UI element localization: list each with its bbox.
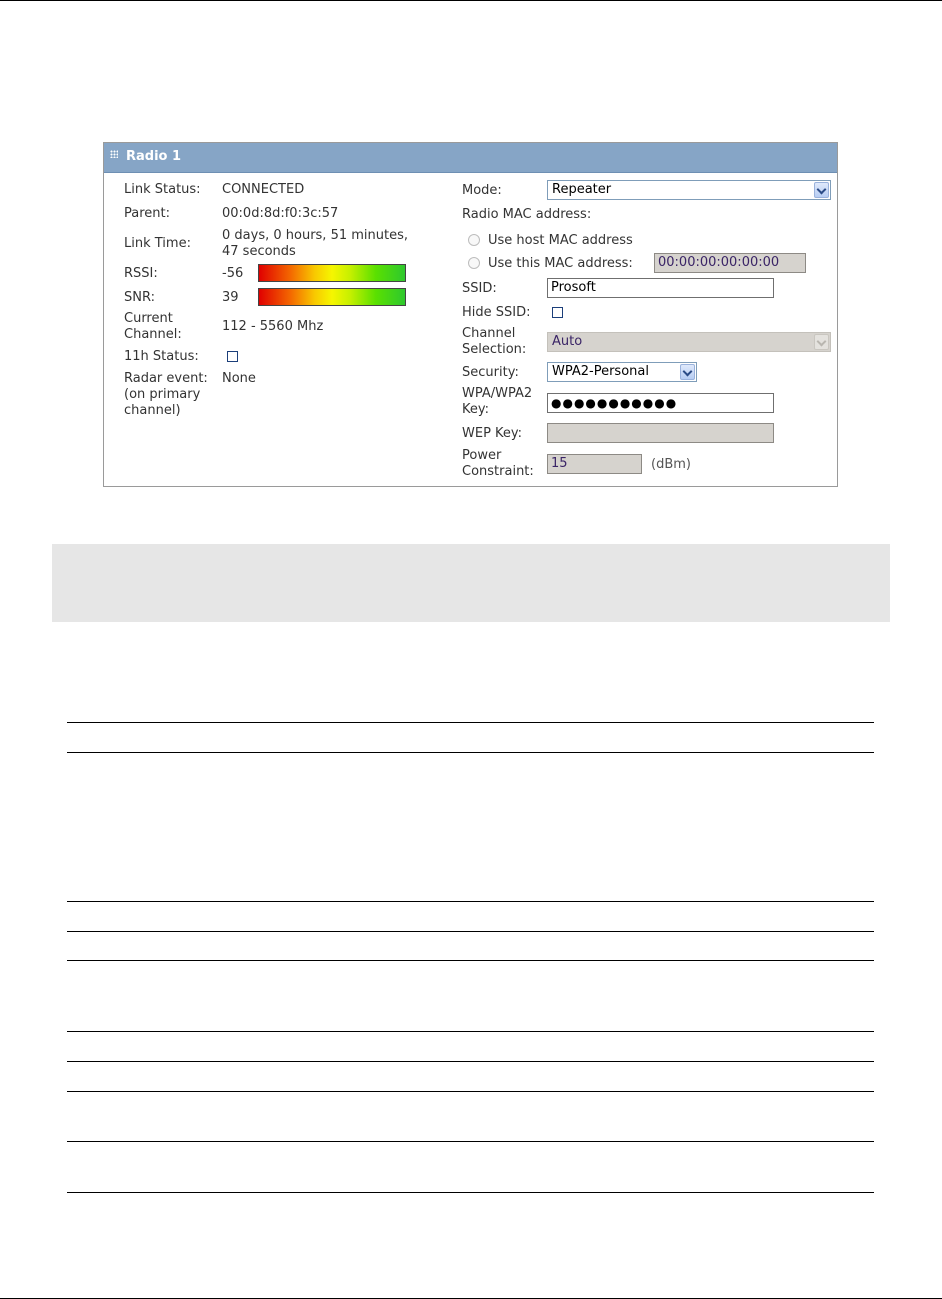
snr-meter	[258, 288, 406, 306]
use-this-mac-label: Use this MAC address:	[488, 256, 633, 271]
link-time-value-line1: 0 days, 0 hours, 51 minutes,	[222, 228, 408, 243]
radar-event-label-line1: Radar event:	[124, 371, 208, 386]
table-rule	[67, 960, 874, 961]
snr-meter-fill	[259, 289, 405, 305]
channel-selection-select[interactable]: Auto	[547, 332, 831, 352]
h11-status-checkbox[interactable]	[227, 351, 238, 362]
rssi-value: -56	[222, 266, 244, 281]
wep-key-label: WEP Key:	[462, 426, 523, 441]
rssi-label: RSSI:	[124, 266, 158, 281]
hide-ssid-label: Hide SSID:	[462, 305, 531, 320]
power-constraint-value: 15	[551, 456, 568, 471]
table-rule	[67, 1192, 874, 1193]
wpa-key-label-line1: WPA/WPA2	[462, 386, 533, 401]
power-constraint-label-line1: Power	[462, 448, 502, 463]
mode-select-value: Repeater	[552, 182, 612, 197]
radar-event-label-line3: channel)	[124, 403, 181, 418]
table-rule	[67, 901, 874, 902]
security-select[interactable]: WPA2-Personal	[547, 362, 697, 382]
link-status-value: CONNECTED	[222, 182, 305, 197]
panel-header: Radio 1	[104, 143, 837, 173]
link-time-value-line2: 47 seconds	[222, 244, 296, 259]
table-rule	[67, 931, 874, 932]
chevron-down-icon[interactable]	[814, 334, 829, 350]
mode-select[interactable]: Repeater	[547, 180, 831, 200]
gray-note-block	[52, 544, 890, 622]
wpa-key-value: ●●●●●●●●●●●	[551, 396, 678, 410]
radio-mac-label: Radio MAC address:	[462, 207, 592, 222]
use-this-mac-radio[interactable]	[468, 257, 480, 269]
radar-event-value: None	[222, 371, 256, 386]
wep-key-field[interactable]	[547, 423, 774, 443]
power-unit: (dBm)	[651, 457, 691, 472]
table-rule	[67, 752, 874, 753]
ssid-label: SSID:	[462, 281, 497, 296]
table-rule	[67, 1091, 874, 1092]
channel-selection-label-line2: Selection:	[462, 342, 527, 357]
parent-value: 00:0d:8d:f0:3c:57	[222, 206, 339, 221]
mac-address-value: 00:00:00:00:00:00	[658, 255, 780, 270]
grip-icon[interactable]	[110, 150, 118, 158]
mac-address-field[interactable]: 00:00:00:00:00:00	[654, 253, 806, 273]
table-rule	[67, 722, 874, 723]
ssid-value: Prosoft	[551, 280, 596, 295]
security-label: Security:	[462, 365, 519, 380]
channel-selection-label-line1: Channel	[462, 326, 516, 341]
chevron-down-icon[interactable]	[814, 182, 829, 198]
ssid-field[interactable]: Prosoft	[547, 278, 774, 298]
panel-title: Radio 1	[126, 149, 182, 164]
use-host-mac-label: Use host MAC address	[488, 233, 633, 248]
mode-label: Mode:	[462, 183, 502, 198]
h11-status-label: 11h Status:	[124, 349, 199, 364]
top-page-rule	[0, 0, 942, 1]
current-channel-label-line1: Current	[124, 311, 173, 326]
rssi-meter	[258, 264, 406, 282]
rssi-meter-fill	[259, 265, 405, 281]
chevron-down-icon[interactable]	[680, 364, 695, 380]
snr-label: SNR:	[124, 290, 155, 305]
hide-ssid-checkbox[interactable]	[552, 307, 563, 318]
radio-panel: Radio 1 Link Status: CONNECTED Parent: 0…	[103, 142, 838, 487]
radar-event-label-line2: (on primary	[124, 387, 201, 402]
parent-label: Parent:	[124, 206, 170, 221]
table-rule	[67, 1061, 874, 1062]
wpa-key-field[interactable]: ●●●●●●●●●●●	[547, 393, 774, 413]
power-constraint-field[interactable]: 15	[547, 454, 642, 474]
table-rule	[67, 1031, 874, 1032]
power-constraint-label-line2: Constraint:	[462, 464, 534, 479]
snr-value: 39	[222, 290, 239, 305]
current-channel-value: 112 - 5560 Mhz	[222, 319, 324, 334]
link-time-label: Link Time:	[124, 236, 191, 251]
current-channel-label-line2: Channel:	[124, 327, 182, 342]
use-host-mac-radio[interactable]	[468, 234, 480, 246]
link-status-label: Link Status:	[124, 182, 201, 197]
wpa-key-label-line2: Key:	[462, 402, 490, 417]
security-select-value: WPA2-Personal	[552, 364, 649, 379]
table-rule	[67, 1141, 874, 1142]
channel-selection-value: Auto	[552, 334, 583, 349]
